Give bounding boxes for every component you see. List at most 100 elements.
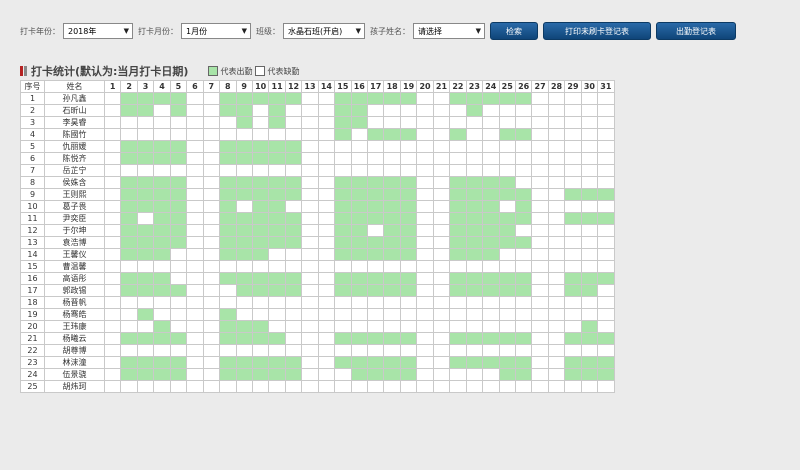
day-cell-present — [251, 140, 270, 153]
day-cell-absent — [284, 320, 303, 333]
day-cell-present — [498, 188, 516, 201]
student-name: 岳芷宁 — [44, 164, 105, 177]
day-cell-absent — [350, 308, 369, 321]
day-cell-absent — [432, 344, 451, 357]
day-cell-absent — [597, 260, 615, 273]
day-cell-present — [383, 368, 401, 381]
day-cell-absent — [186, 284, 204, 297]
day-cell-present — [268, 332, 286, 345]
day-cell-present — [498, 356, 516, 369]
day-cell-absent — [251, 380, 270, 393]
day-cell-absent — [251, 260, 270, 273]
day-cell-absent — [120, 308, 138, 321]
day-cell-absent — [416, 200, 434, 213]
day-cell-absent — [531, 284, 549, 297]
day-cell-absent — [103, 284, 122, 297]
day-column-header: 15 — [334, 80, 352, 93]
day-cell-present — [120, 284, 138, 297]
day-cell-present — [482, 248, 500, 261]
day-cell-absent — [597, 176, 615, 189]
day-cell-absent — [580, 92, 599, 105]
day-column-header: 28 — [547, 80, 566, 93]
day-cell-present — [235, 116, 253, 129]
day-cell-present — [383, 188, 401, 201]
day-cell-present — [136, 308, 155, 321]
day-cell-present — [482, 200, 500, 213]
student-name: 陈國竹 — [44, 128, 105, 141]
day-cell-present — [449, 188, 467, 201]
day-cell-absent — [547, 380, 566, 393]
day-cell-present — [153, 236, 171, 249]
day-cell-absent — [580, 380, 599, 393]
attendance-sheet-button[interactable]: 出勤登记表 — [656, 22, 736, 40]
student-name: 伍景骁 — [44, 368, 105, 381]
title-mark-icon — [24, 66, 27, 76]
day-cell-present — [334, 224, 352, 237]
day-cell-present — [136, 224, 155, 237]
day-cell-present — [235, 224, 253, 237]
day-cell-absent — [449, 260, 467, 273]
day-cell-absent — [317, 380, 336, 393]
day-cell-present — [268, 272, 286, 285]
day-cell-absent — [186, 356, 204, 369]
table-row: 2 石昕山 — [20, 104, 615, 117]
day-cell-absent — [136, 344, 155, 357]
day-column-header: 20 — [416, 80, 434, 93]
day-cell-present — [136, 104, 155, 117]
day-cell-absent — [202, 284, 221, 297]
year-select[interactable]: 2018年 ▼ — [63, 23, 133, 39]
class-select[interactable]: 水晶石班(开启) ▼ — [283, 23, 365, 39]
child-select[interactable]: 请选择 ▼ — [413, 23, 485, 39]
day-cell-absent — [564, 260, 582, 273]
day-cell-absent — [547, 284, 566, 297]
day-cell-absent — [564, 92, 582, 105]
day-cell-absent — [383, 152, 401, 165]
day-column-header: 30 — [580, 80, 599, 93]
row-index: 25 — [20, 380, 45, 393]
day-cell-absent — [202, 212, 221, 225]
month-select[interactable]: 1月份 ▼ — [181, 23, 251, 39]
day-cell-present — [350, 332, 369, 345]
row-index: 6 — [20, 152, 45, 165]
day-cell-present — [383, 200, 401, 213]
day-cell-absent — [564, 224, 582, 237]
day-cell-absent — [103, 356, 122, 369]
day-cell-absent — [317, 140, 336, 153]
print-unpunched-button[interactable]: 打印未刷卡登记表 — [543, 22, 651, 40]
day-cell-present — [284, 272, 303, 285]
day-cell-absent — [186, 116, 204, 129]
day-cell-present — [482, 236, 500, 249]
day-cell-present — [465, 356, 484, 369]
day-cell-present — [597, 212, 615, 225]
day-cell-present — [366, 188, 385, 201]
day-cell-absent — [136, 380, 155, 393]
day-cell-present — [334, 356, 352, 369]
day-cell-present — [120, 224, 138, 237]
day-cell-absent — [432, 296, 451, 309]
day-cell-absent — [317, 224, 336, 237]
day-cell-present — [449, 248, 467, 261]
day-cell-present — [169, 92, 188, 105]
day-cell-present — [449, 128, 467, 141]
day-column-header: 6 — [186, 80, 204, 93]
table-row: 3 李昊睿 — [20, 116, 615, 129]
day-cell-absent — [482, 260, 500, 273]
day-cell-absent — [153, 116, 171, 129]
day-cell-absent — [531, 212, 549, 225]
table-row: 15 曹温馨 — [20, 260, 615, 273]
section-header: 打卡统计(默认为:当月打卡日期) 代表出勤 代表缺勤 — [20, 64, 302, 78]
day-cell-absent — [514, 344, 533, 357]
search-button[interactable]: 检索 — [490, 22, 538, 40]
day-cell-present — [350, 356, 369, 369]
day-cell-absent — [169, 272, 188, 285]
day-cell-present — [514, 212, 533, 225]
day-cell-absent — [432, 176, 451, 189]
day-cell-present — [251, 272, 270, 285]
day-cell-absent — [317, 332, 336, 345]
day-cell-absent — [547, 92, 566, 105]
day-cell-present — [399, 248, 418, 261]
day-cell-present — [514, 368, 533, 381]
student-name: 林沫潼 — [44, 356, 105, 369]
table-row: 5 仇丽媛 — [20, 140, 615, 153]
day-cell-present — [334, 92, 352, 105]
